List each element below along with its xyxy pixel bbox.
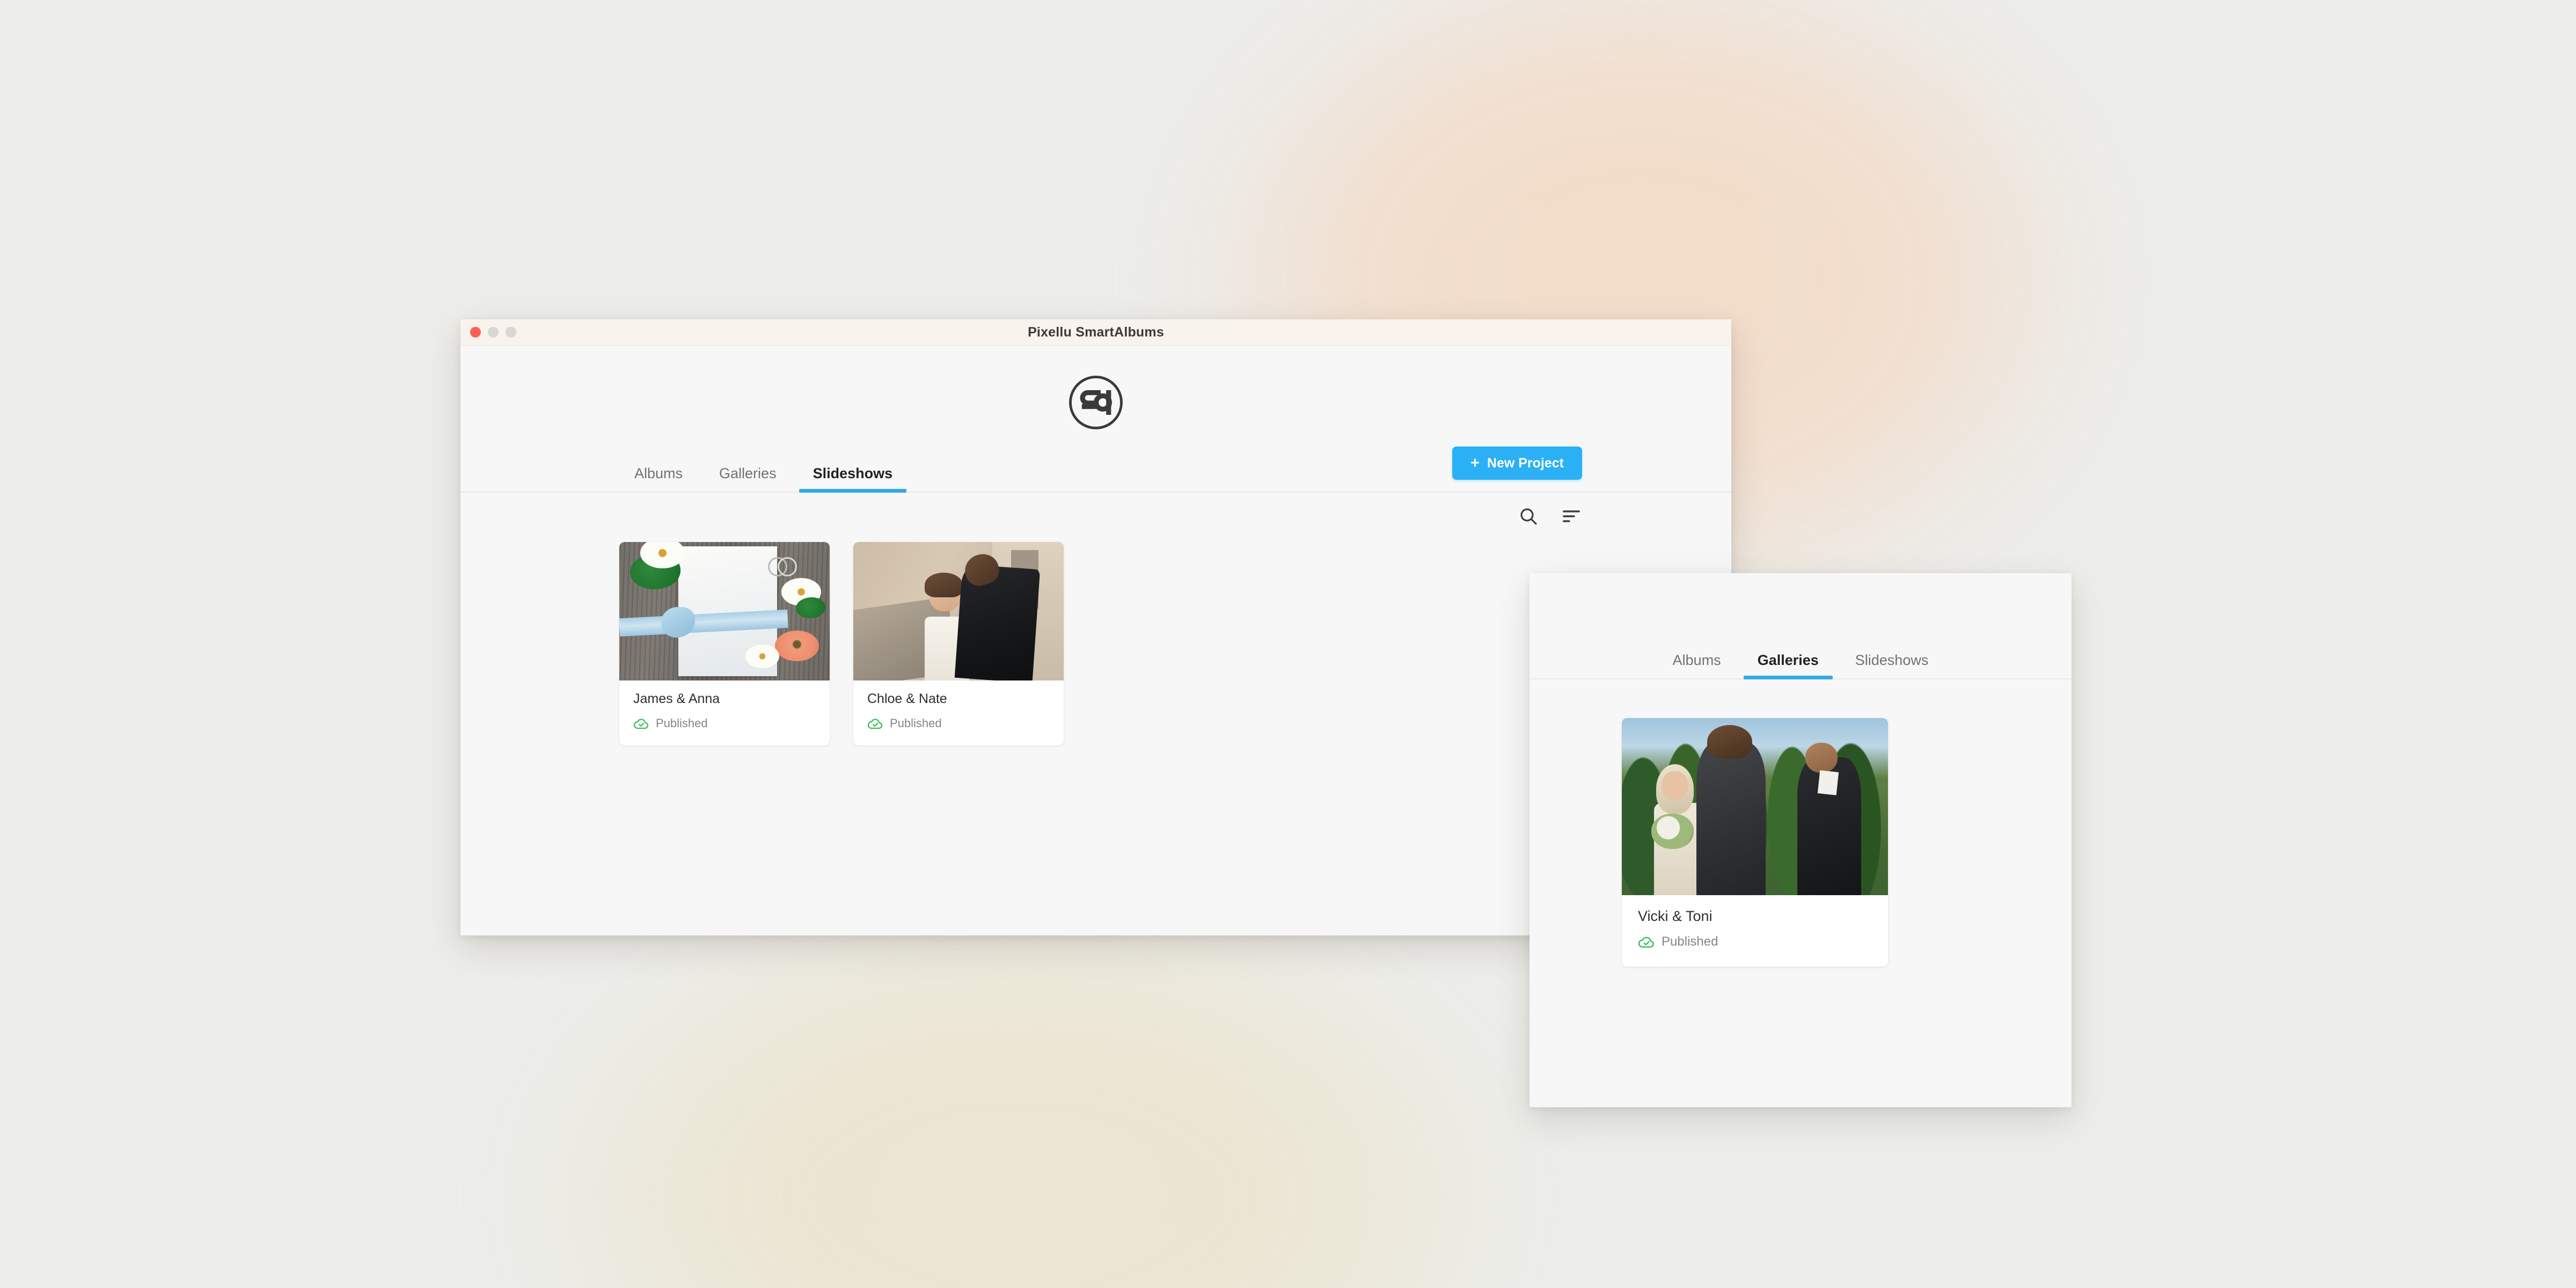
new-project-button[interactable]: + New Project <box>1452 447 1582 480</box>
gallery-status: Published <box>1638 933 1872 950</box>
cloud-check-icon <box>633 719 649 729</box>
panel-tabs: Albums Galleries Slideshows <box>1655 652 1947 679</box>
project-meta: Chloe & Nate Published <box>853 680 1064 745</box>
window-titlebar: Pixellu SmartAlbums <box>460 319 1731 346</box>
project-thumbnail-james-anna[interactable] <box>619 542 830 680</box>
new-project-label: New Project <box>1487 455 1564 471</box>
smartalbums-logo-icon <box>1069 376 1123 429</box>
panel-tab-galleries[interactable]: Galleries <box>1739 652 1837 679</box>
main-tab-bar: Albums Galleries Slideshows + New Projec… <box>460 447 1731 493</box>
main-tabs: Albums Galleries Slideshows <box>616 465 911 493</box>
window-title: Pixellu SmartAlbums <box>1028 324 1164 340</box>
project-meta: James & Anna Published <box>619 680 830 745</box>
couple-embracing-photo <box>853 542 1064 680</box>
search-icon[interactable] <box>1518 506 1539 527</box>
project-status: Published <box>867 715 1050 731</box>
project-thumbnail-chloe-nate[interactable] <box>853 542 1064 680</box>
project-title: James & Anna <box>633 691 720 706</box>
galleries-panel-window: Albums Galleries Slideshows Vicki & Toni… <box>1529 573 2072 1107</box>
list-toolbar <box>460 493 1731 527</box>
tab-slideshows[interactable]: Slideshows <box>795 465 911 493</box>
gallery-meta: Vicki & Toni Published <box>1622 895 1888 967</box>
app-logo-container <box>460 346 1731 431</box>
gallery-card[interactable]: Vicki & Toni Published <box>1622 718 1888 967</box>
gallery-thumbnail-vicki-toni[interactable] <box>1622 718 1888 895</box>
panel-tab-bar: Albums Galleries Slideshows <box>1529 640 2072 679</box>
tab-galleries[interactable]: Galleries <box>701 465 795 492</box>
project-card[interactable]: Chloe & Nate Published <box>853 542 1064 745</box>
wedding-invitation-photo <box>619 542 830 680</box>
screenshot-stage: Pixellu SmartAlbums Albums Galleries Sli… <box>0 0 2576 1288</box>
project-status: Published <box>633 715 816 731</box>
sort-icon[interactable] <box>1561 506 1582 527</box>
project-title: Chloe & Nate <box>867 691 947 706</box>
plus-icon: + <box>1470 454 1480 472</box>
project-card[interactable]: James & Anna Published <box>619 542 830 745</box>
gallery-card-grid: Vicki & Toni Published <box>1529 679 2072 967</box>
background-blob-cream <box>515 880 1524 1288</box>
project-status-label: Published <box>890 716 942 730</box>
gallery-title: Vicki & Toni <box>1638 908 1713 924</box>
panel-tab-albums[interactable]: Albums <box>1655 652 1739 678</box>
gallery-status-label: Published <box>1662 934 1718 949</box>
outdoor-ceremony-photo <box>1622 718 1888 895</box>
cloud-check-icon <box>867 719 883 729</box>
tab-albums[interactable]: Albums <box>616 465 701 492</box>
panel-tab-slideshows[interactable]: Slideshows <box>1837 652 1947 678</box>
project-status-label: Published <box>656 716 708 730</box>
cloud-check-icon <box>1638 936 1654 948</box>
